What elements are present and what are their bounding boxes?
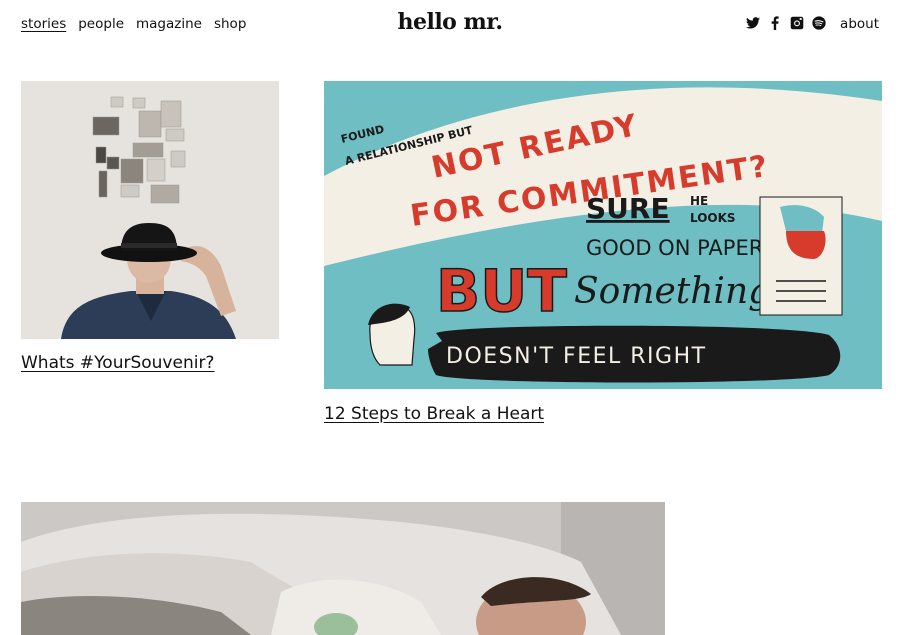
illustration-word-something: Something [574,271,771,312]
spotify-icon[interactable] [812,16,826,30]
facebook-icon[interactable] [768,16,782,30]
story-title-souvenir[interactable]: Whats #YourSouvenir? [21,353,214,373]
story-image-break-a-heart[interactable]: FOUND A RELATIONSHIP BUT NOT READY FOR C… [324,81,882,389]
nav-about[interactable]: about [840,16,879,32]
story-image-souvenir[interactable] [21,81,279,339]
illustration-word-looks: LOOKS [690,211,736,225]
illustration-word-sure: SURE [586,192,670,225]
illustration-line-good-on-paper: GOOD ON PAPER [586,236,763,260]
instagram-icon[interactable] [790,16,804,30]
twitter-icon[interactable] [746,16,760,30]
illustration-word-he: HE [690,194,708,208]
story-title-break-a-heart[interactable]: 12 Steps to Break a Heart [324,404,544,424]
story-image-bed[interactable] [21,502,665,635]
social-links [746,16,826,30]
illustration-line-doesnt-feel-right: DOESN'T FEEL RIGHT [446,344,707,369]
illustration-word-but: BUT [436,257,567,325]
